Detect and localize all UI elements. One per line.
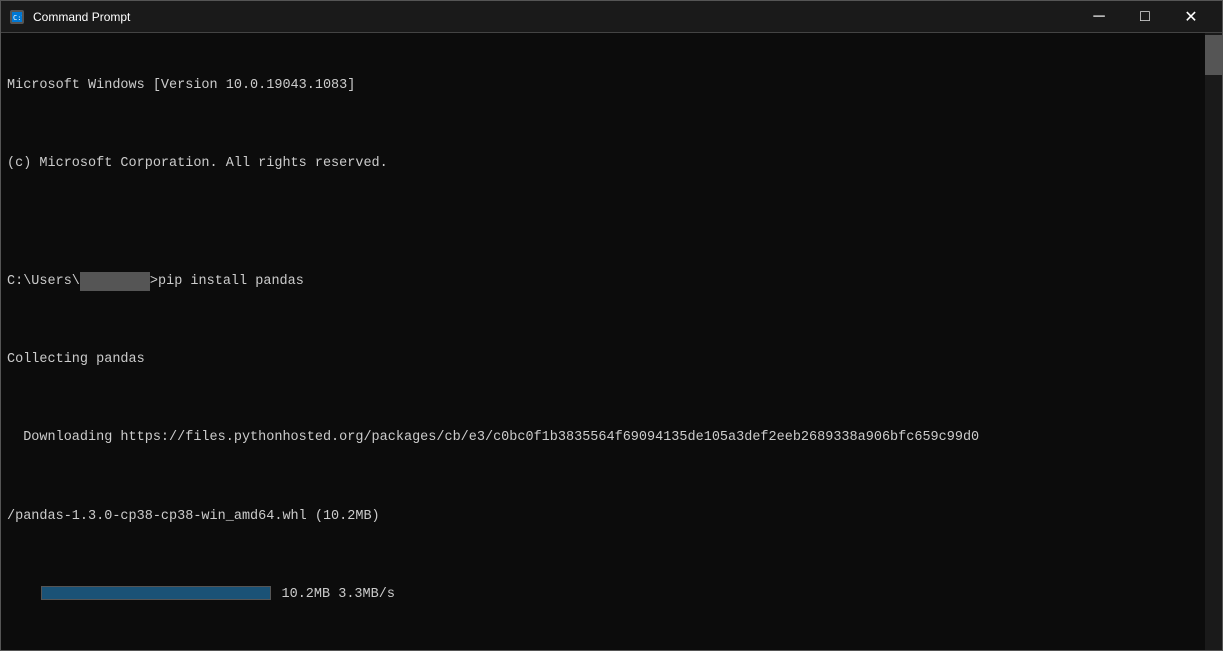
cmd-icon-svg: C:\ <box>12 12 22 22</box>
line-dl-pandas-url: Downloading https://files.pythonhosted.o… <box>7 428 1199 448</box>
title-bar: C:\ Command Prompt ─ □ ✕ <box>1 1 1222 33</box>
scrollbar-thumb[interactable] <box>1205 35 1222 75</box>
svg-text:C:\: C:\ <box>13 14 22 22</box>
console-output[interactable]: Microsoft Windows [Version 10.0.19043.10… <box>1 33 1205 650</box>
window-title: Command Prompt <box>33 10 1076 24</box>
close-button[interactable]: ✕ <box>1168 1 1214 33</box>
window-controls: ─ □ ✕ <box>1076 1 1214 33</box>
console-area: Microsoft Windows [Version 10.0.19043.10… <box>1 33 1222 650</box>
username-redacted <box>80 272 150 292</box>
line-2: (c) Microsoft Corporation. All rights re… <box>7 154 1199 174</box>
pandas-progress-bar <box>41 586 271 600</box>
scrollbar[interactable] <box>1205 33 1222 650</box>
line-pandas-whl: /pandas-1.3.0-cp38-cp38-win_amd64.whl (1… <box>7 507 1199 527</box>
line-1: Microsoft Windows [Version 10.0.19043.10… <box>7 76 1199 96</box>
app-icon: C:\ <box>9 9 25 25</box>
line-pandas-progress: 10.2MB 3.3MB/s <box>7 585 1199 605</box>
line-collecting-pandas: Collecting pandas <box>7 350 1199 370</box>
maximize-button[interactable]: □ <box>1122 1 1168 33</box>
command-prompt-window: C:\ Command Prompt ─ □ ✕ Microsoft Windo… <box>0 0 1223 651</box>
minimize-button[interactable]: ─ <box>1076 1 1122 33</box>
line-prompt: C:\Users\ >pip install pandas <box>7 272 1199 292</box>
